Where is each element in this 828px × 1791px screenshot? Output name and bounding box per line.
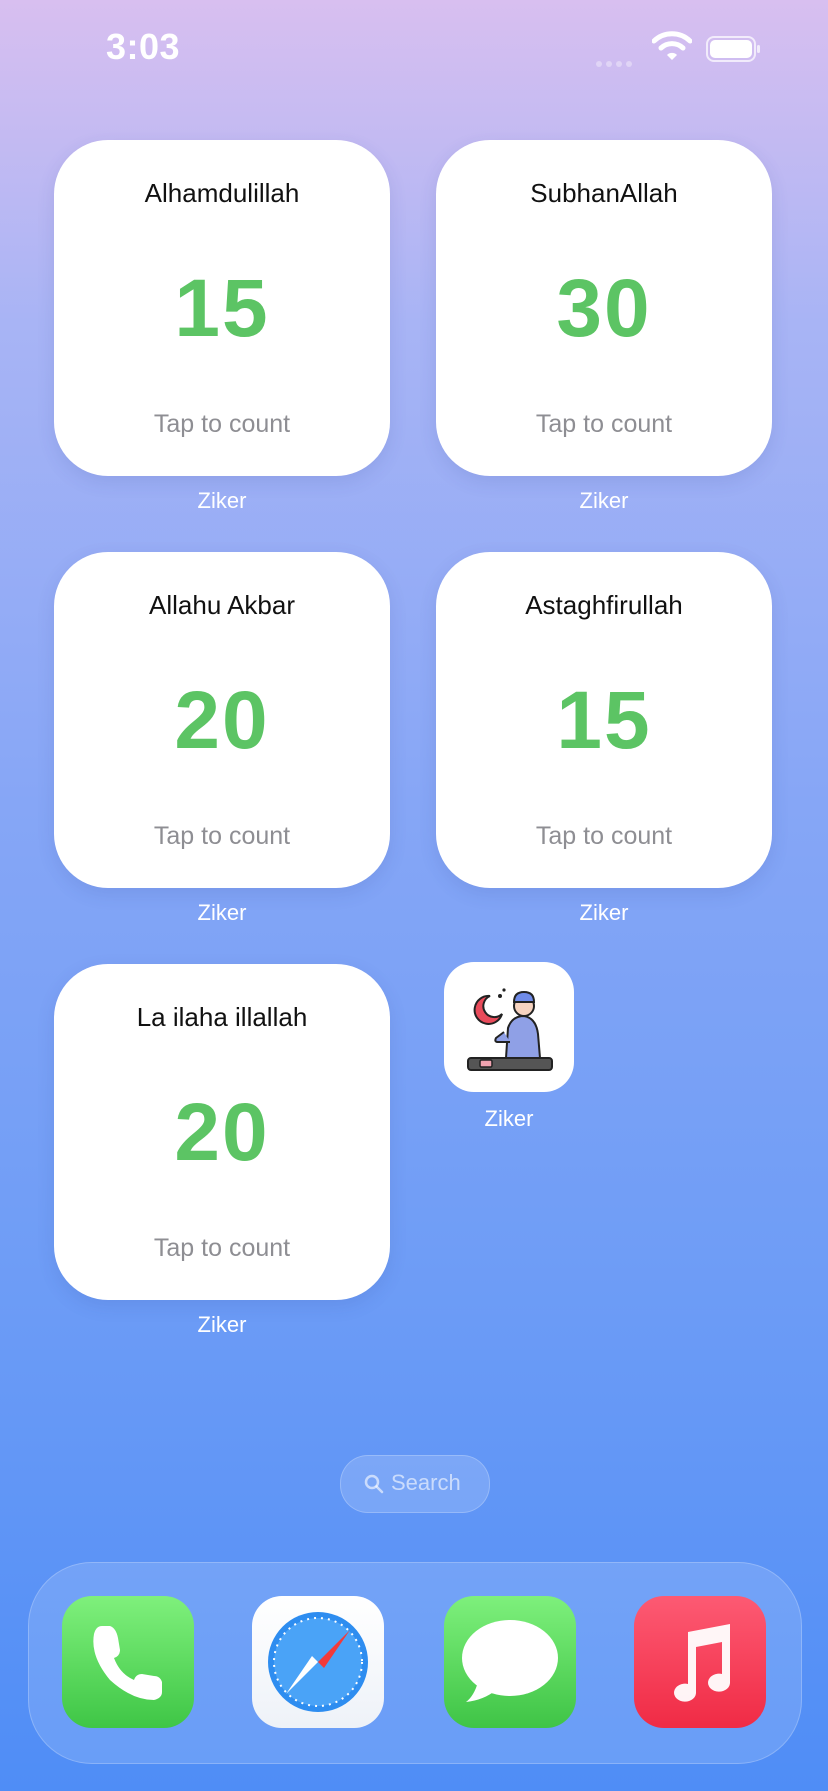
- status-bar: 3:03: [0, 0, 828, 100]
- widget-label: Ziker: [197, 900, 247, 925]
- search-button[interactable]: Search: [340, 1455, 490, 1513]
- widget-alhamdulillah[interactable]: Alhamdulillah 15 Tap to count: [54, 140, 390, 476]
- phone-icon: [93, 1626, 162, 1700]
- ziker-app-icon[interactable]: [444, 962, 574, 1092]
- wifi-icon: [652, 31, 692, 60]
- widget-count: 15: [556, 675, 652, 766]
- widget-count: 20: [174, 675, 270, 766]
- widget-hint: Tap to count: [535, 410, 673, 438]
- widget-title: Astaghfirullah: [525, 590, 683, 620]
- widget-hint: Tap to count: [153, 410, 291, 438]
- safari-compass-icon: [268, 1612, 368, 1712]
- widget-hint: Tap to count: [153, 822, 291, 850]
- widget-title: Alhamdulillah: [144, 178, 300, 208]
- widget-la-ilaha-illallah[interactable]: La ilaha illallah 20 Tap to count: [54, 964, 390, 1300]
- dock-safari-app[interactable]: [252, 1596, 384, 1728]
- status-time: 3:03: [106, 26, 181, 67]
- widget-label: Ziker: [579, 900, 629, 925]
- music-note-icon: [674, 1624, 731, 1702]
- messages-bubble-icon: [462, 1620, 558, 1702]
- widget-label: Ziker: [197, 1312, 247, 1337]
- battery-icon: [706, 36, 760, 62]
- widget-label: Ziker: [197, 488, 247, 513]
- search-icon: [364, 1474, 384, 1494]
- dock-music-app[interactable]: [634, 1596, 766, 1728]
- widget-count: 30: [556, 263, 652, 354]
- dock-messages-app[interactable]: [444, 1596, 576, 1728]
- widget-subhanallah[interactable]: SubhanAllah 30 Tap to count: [436, 140, 772, 476]
- widget-title: Allahu Akbar: [149, 590, 295, 620]
- widget-astaghfirullah[interactable]: Astaghfirullah 15 Tap to count: [436, 552, 772, 888]
- widget-allahu-akbar[interactable]: Allahu Akbar 20 Tap to count: [54, 552, 390, 888]
- widget-count: 15: [174, 263, 270, 354]
- widget-hint: Tap to count: [153, 1234, 291, 1262]
- widget-title: La ilaha illallah: [136, 1002, 308, 1032]
- widget-title: SubhanAllah: [530, 178, 678, 208]
- widget-label: Ziker: [579, 488, 629, 513]
- widget-hint: Tap to count: [535, 822, 673, 850]
- widget-count: 20: [174, 1087, 270, 1178]
- praying-man-icon: [467, 988, 553, 1071]
- cellular-signal-icon: [596, 54, 638, 67]
- ziker-app-label: Ziker: [484, 1106, 534, 1131]
- search-label: Search: [391, 1470, 461, 1495]
- dock-phone-app[interactable]: [62, 1596, 194, 1728]
